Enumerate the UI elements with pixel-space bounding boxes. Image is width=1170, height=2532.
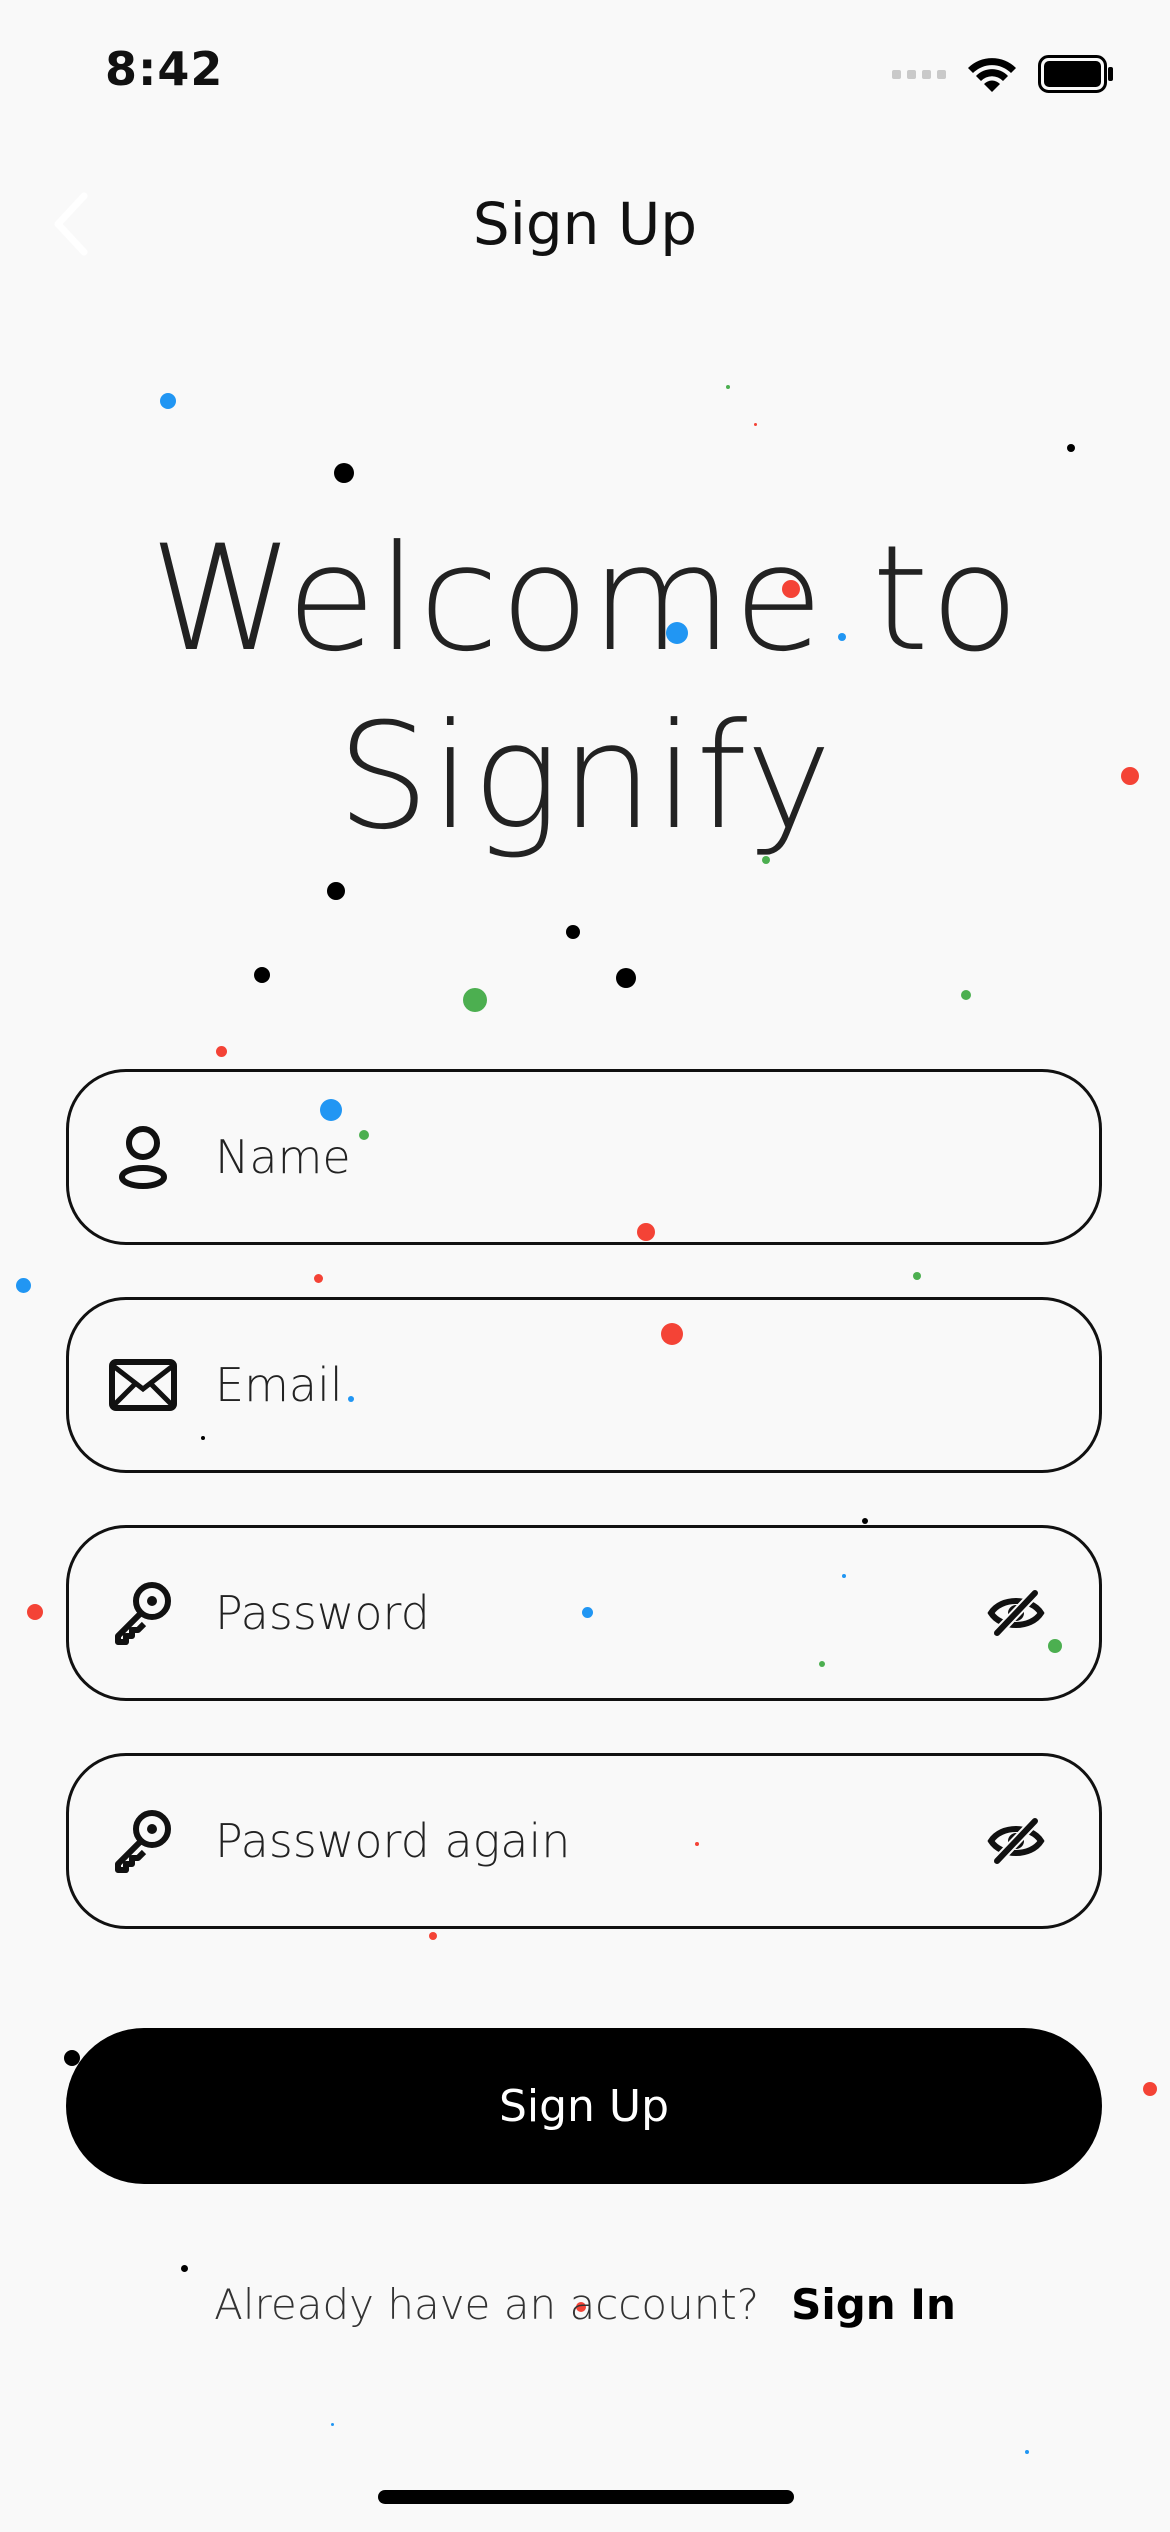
password-again-field[interactable] — [66, 1753, 1102, 1929]
welcome-headline: Welcome to Signify — [0, 510, 1170, 866]
eye-off-icon[interactable] — [981, 1578, 1051, 1648]
key-icon — [105, 1803, 181, 1879]
email-field[interactable] — [66, 1297, 1102, 1473]
password-again-input[interactable] — [213, 1755, 981, 1927]
headline-line-1: Welcome to — [149, 514, 1021, 684]
sign-in-prompt: Already have an account? Sign In — [0, 2280, 1170, 2329]
already-have-account-text: Already have an account? — [214, 2280, 760, 2329]
name-field[interactable] — [66, 1069, 1102, 1245]
password-input[interactable] — [213, 1527, 981, 1699]
wifi-icon — [968, 58, 1016, 92]
sign-in-link[interactable]: Sign In — [791, 2280, 956, 2329]
status-time: 8:42 — [105, 42, 224, 96]
mail-icon — [105, 1347, 181, 1423]
battery-icon — [1038, 55, 1113, 93]
headline-line-2: Signify — [336, 692, 834, 862]
status-icons — [892, 52, 1114, 96]
sign-up-button[interactable]: Sign Up — [66, 2028, 1102, 2184]
email-input[interactable] — [213, 1299, 1099, 1471]
name-input[interactable] — [213, 1071, 1099, 1243]
nav-title: Sign Up — [472, 190, 698, 258]
home-indicator[interactable] — [378, 2490, 794, 2504]
user-icon — [105, 1119, 181, 1195]
cellular-signal-icon — [892, 69, 946, 79]
key-icon — [105, 1575, 181, 1651]
password-field[interactable] — [66, 1525, 1102, 1701]
eye-off-icon[interactable] — [981, 1806, 1051, 1876]
